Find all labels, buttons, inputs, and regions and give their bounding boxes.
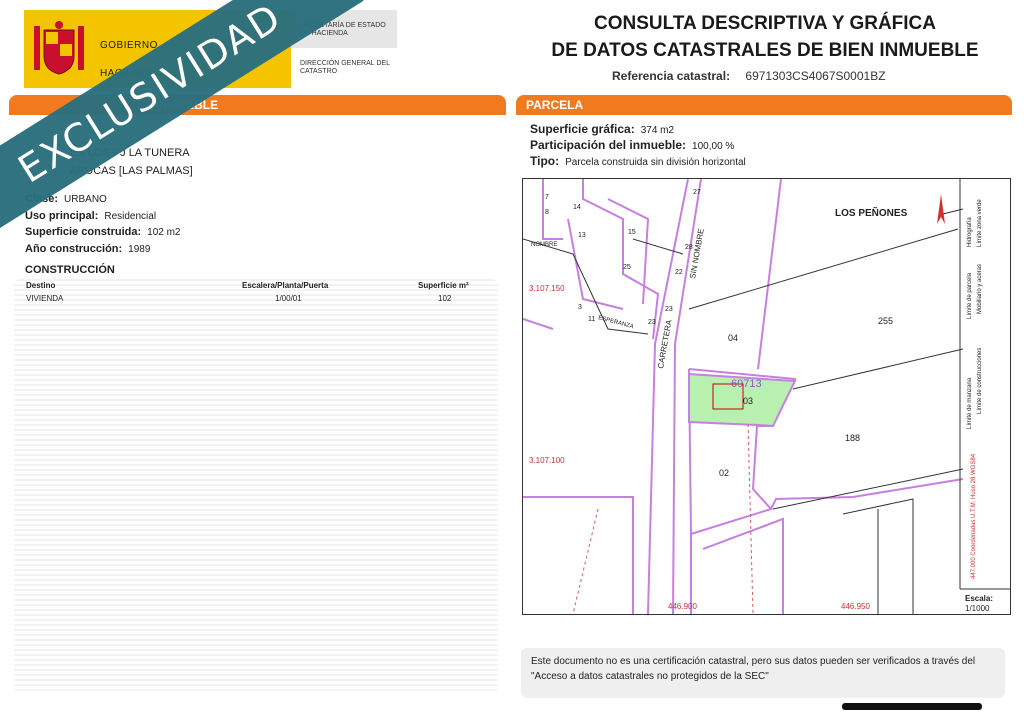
tipo-value: Parcela construida sin división horizont… bbox=[565, 157, 746, 168]
field-superficie: Superficie construida: 102 m2 bbox=[25, 226, 181, 238]
ref-value: 6971303CS4067S0001BZ bbox=[745, 69, 886, 83]
field-tipo: Tipo: Parcela construida sin división hor… bbox=[530, 154, 746, 168]
table-header-escalera: Escalera/Planta/Puerta bbox=[242, 281, 329, 290]
map-parcel-04: 04 bbox=[728, 333, 738, 343]
map-coord-y2: 3.107.100 bbox=[529, 456, 565, 465]
cadastral-reference: Referencia catastral: 6971303CS4067S0001… bbox=[612, 69, 886, 83]
ref-label: Referencia catastral: bbox=[612, 69, 731, 83]
scale-label: Escala: bbox=[965, 594, 993, 603]
section-title-parcela: PARCELA bbox=[526, 98, 584, 112]
construccion-title: CONSTRUCCIÓN bbox=[25, 264, 115, 276]
superficie-value: 102 m2 bbox=[147, 227, 181, 238]
table-cell-superficie: 102 bbox=[438, 294, 452, 303]
table-cell-escalera: 1/00/01 bbox=[275, 294, 302, 303]
agency-direccion: DIRECCIÓN GENERAL DEL CATASTRO bbox=[300, 60, 390, 75]
coat-of-arms-icon bbox=[34, 21, 84, 75]
map-street-sin-nombre: SIN NOMBRE bbox=[688, 228, 706, 279]
map-place-label: LOS PEÑONES bbox=[835, 206, 908, 219]
superficie-label: Superficie construida: bbox=[25, 226, 142, 238]
title-line-2: DE DATOS CATASTRALES DE BIEN INMUEBLE bbox=[551, 40, 979, 61]
sup-value: 374 m2 bbox=[640, 125, 675, 136]
map-street-esperanza: ESPERANZA bbox=[597, 315, 634, 330]
legend-item: Mobiliario y aceras bbox=[977, 264, 983, 314]
construccion-table: Destino Escalera/Planta/Puerta Superfici… bbox=[14, 279, 498, 693]
map-parcel-id: 69713 bbox=[731, 378, 762, 390]
redacted-signature bbox=[842, 703, 982, 710]
house-number: 8 bbox=[545, 209, 549, 216]
legend-item: Límite de construcciones bbox=[977, 348, 983, 414]
tipo-label: Tipo: bbox=[530, 154, 560, 168]
map-legend: Límite de manzana Límite de parcela Lími… bbox=[967, 199, 983, 579]
table-cell-destino: VIVIENDA bbox=[26, 294, 64, 303]
cadastral-map: LOS PEÑONES 69713 04 03 02 255 188 CARRE… bbox=[522, 178, 1011, 615]
map-coord-y1: 3.107.150 bbox=[529, 284, 565, 293]
legend-item: Límite zona verde bbox=[977, 199, 983, 247]
house-number: 15 bbox=[628, 229, 636, 236]
uso-value: Residencial bbox=[104, 211, 157, 222]
dashed-boundaries bbox=[572, 423, 754, 614]
anio-value: 1989 bbox=[128, 244, 151, 255]
house-number: 14 bbox=[573, 204, 581, 211]
disclaimer-note: Este documento no es una certificación c… bbox=[521, 648, 1005, 698]
table-header-superficie: Superficie m² bbox=[418, 281, 469, 290]
house-number: 25 bbox=[623, 264, 631, 271]
map-parcel-02: 02 bbox=[719, 468, 729, 478]
map-parcel-03: 03 bbox=[743, 396, 753, 406]
section-bar-parcela: PARCELA bbox=[516, 95, 1012, 115]
map-street-nombre: NOMBRE bbox=[531, 242, 557, 248]
house-number: 3 bbox=[578, 304, 582, 311]
field-participacion: Participación del inmueble: 100,00 % bbox=[530, 138, 734, 152]
house-number: 22 bbox=[675, 269, 683, 276]
clase-value: URBANO bbox=[64, 194, 107, 205]
title-line-1: CONSULTA DESCRIPTIVA Y GRÁFICA bbox=[593, 13, 937, 34]
house-number: 23 bbox=[665, 306, 673, 313]
map-coord-x2: 446.950 bbox=[841, 602, 870, 611]
part-label: Participación del inmueble: bbox=[530, 138, 687, 152]
field-superficie-grafica: Superficie gráfica: 374 m2 bbox=[530, 122, 674, 136]
anio-label: Año construcción: bbox=[25, 243, 123, 255]
house-number: 23 bbox=[648, 319, 656, 326]
part-value: 100,00 % bbox=[692, 141, 735, 152]
house-number: 13 bbox=[578, 232, 586, 239]
sup-label: Superficie gráfica: bbox=[530, 122, 635, 136]
map-parcel-188: 188 bbox=[845, 433, 860, 443]
house-number: 11 bbox=[588, 316, 595, 323]
scale-value: 1/1000 bbox=[965, 604, 990, 613]
field-uso: Uso principal: Residencial bbox=[25, 210, 156, 222]
house-number: 28 bbox=[685, 244, 693, 251]
map-drawing: LOS PEÑONES 69713 04 03 02 255 188 CARRE… bbox=[523, 179, 1010, 614]
table-header-destino: Destino bbox=[26, 281, 56, 290]
legend-coordinates: 447.000 Coordenadas U.T.M. Huso 28 WGS84 bbox=[971, 453, 977, 579]
map-coord-x1: 446.900 bbox=[668, 602, 697, 611]
logo-text-gobierno: GOBIERNO bbox=[100, 40, 158, 51]
document-title: CONSULTA DESCRIPTIVA Y GRÁFICA DE DATOS … bbox=[520, 10, 1010, 64]
map-parcel-255: 255 bbox=[878, 316, 893, 326]
north-arrow-icon bbox=[937, 194, 945, 224]
legend-item: Límite de manzana bbox=[967, 377, 973, 429]
legend-item: Límite de parcela bbox=[967, 272, 973, 319]
legend-item: Hidrografía bbox=[967, 217, 973, 247]
uso-label: Uso principal: bbox=[25, 210, 99, 222]
house-number: 27 bbox=[693, 189, 701, 196]
house-number: 7 bbox=[545, 194, 549, 201]
field-anio: Año construcción: 1989 bbox=[25, 243, 150, 255]
